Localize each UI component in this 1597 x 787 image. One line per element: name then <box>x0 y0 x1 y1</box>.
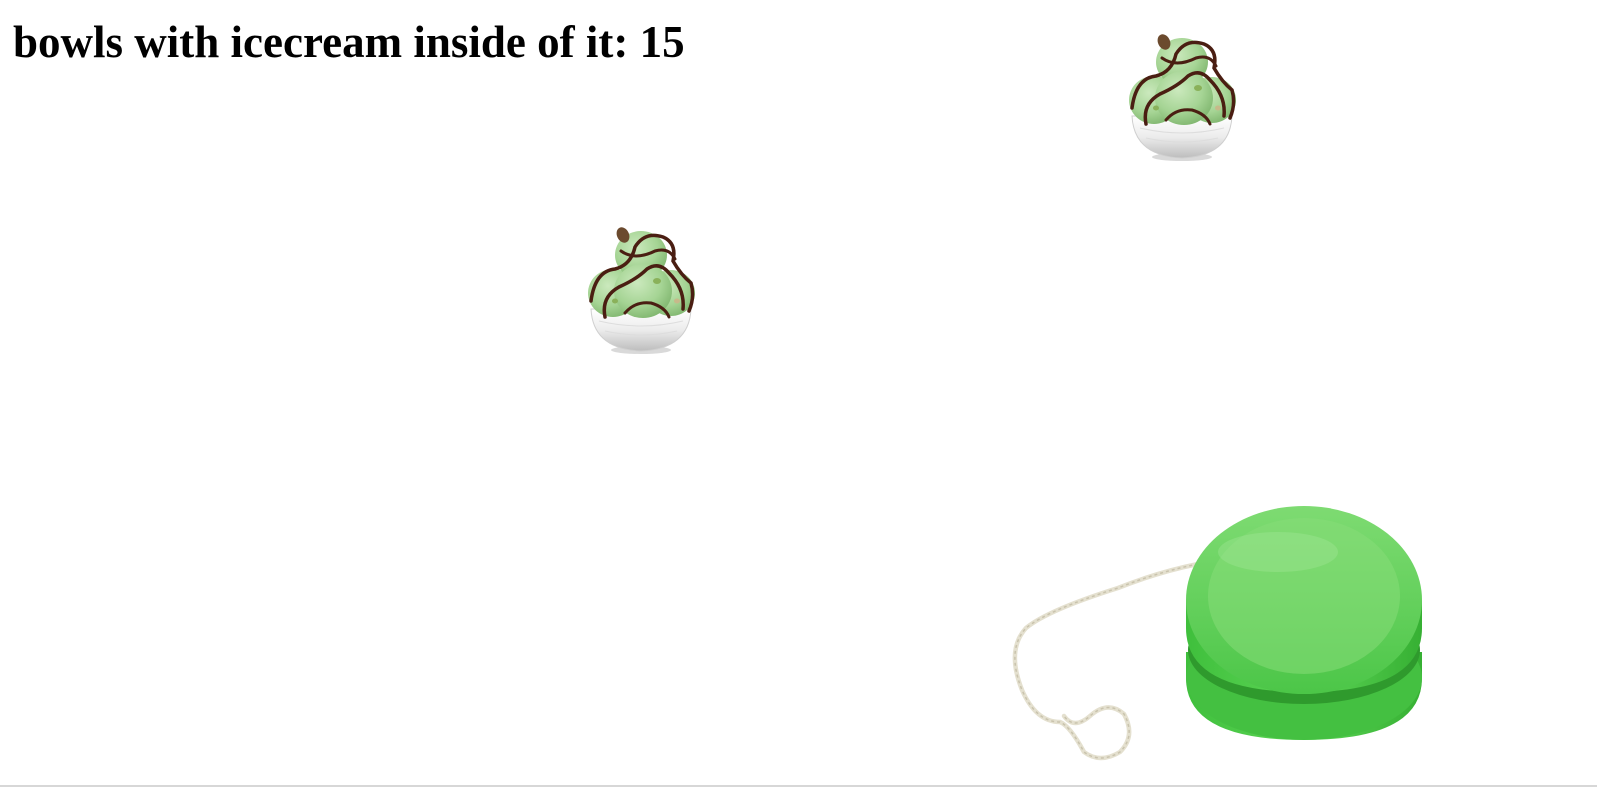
ice-cream-bowl-icon[interactable] <box>585 221 697 357</box>
bowls-score-counter: bowls with icecream inside of it: 15 <box>13 17 685 67</box>
yoyo-icon[interactable] <box>1008 500 1438 770</box>
ice-cream-bowl-icon[interactable] <box>1126 28 1238 164</box>
